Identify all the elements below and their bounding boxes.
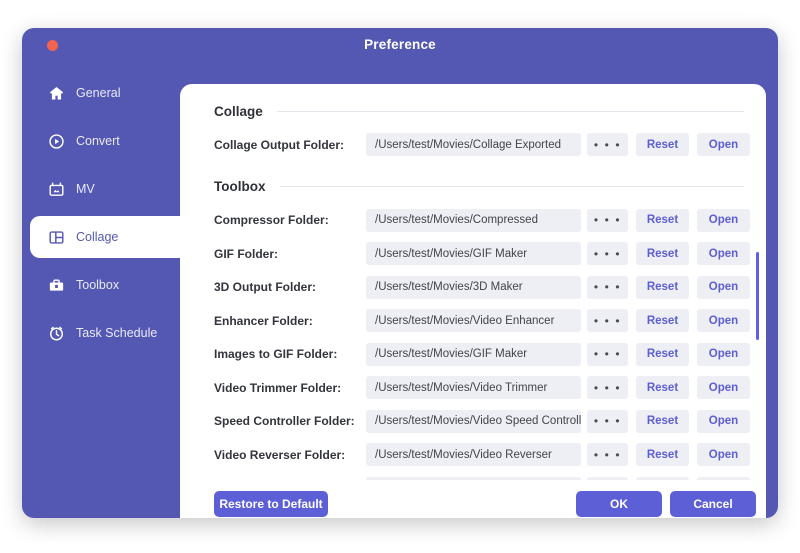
ok-button[interactable]: OK [576, 491, 662, 517]
sidebar-item-general[interactable]: General [22, 72, 182, 114]
preference-row: Compressor Folder: /Users/test/Movies/Com… [180, 204, 766, 238]
preference-row: Video Reverser Folder: /Users/test/Movies… [180, 438, 766, 472]
browse-button[interactable]: • • • [587, 208, 628, 232]
section-header: Toolbox [214, 174, 744, 200]
preference-label: Speed Controller Folder: [214, 414, 355, 429]
preference-row: Video Trimmer Folder: /Users/test/Movies/… [180, 371, 766, 405]
sidebar-item-label: Collage [76, 230, 119, 244]
sidebar-item-label: Convert [76, 134, 120, 148]
section-header: Collage [214, 98, 744, 124]
open-button[interactable]: Open [697, 342, 750, 366]
preference-row: Enhancer Folder: /Users/test/Movies/Video… [180, 304, 766, 338]
open-button[interactable]: Open [697, 409, 750, 433]
preference-row: GIF Folder: /Users/test/Movies/GIF Maker •… [180, 237, 766, 271]
sidebar-item-task-schedule[interactable]: Task Schedule [22, 312, 182, 354]
sidebar-item-convert[interactable]: Convert [22, 120, 182, 162]
open-button[interactable]: Open [697, 309, 750, 333]
reset-button[interactable]: Reset [636, 242, 689, 266]
dialog-footer: Restore to Default OK Cancel [180, 480, 766, 518]
reset-button[interactable]: Reset [636, 309, 689, 333]
section-divider [276, 110, 744, 112]
window-title: Preference [364, 37, 436, 52]
sidebar-item-label: Toolbox [76, 278, 120, 292]
preference-label: Collage Output Folder: [214, 137, 344, 152]
folder-path-input[interactable]: /Users/test/Movies/GIF Maker [366, 342, 581, 366]
sidebar-item-label: Task Schedule [76, 326, 158, 340]
preference-label: Images to GIF Folder: [214, 347, 338, 362]
reset-button[interactable]: Reset [636, 133, 689, 157]
reset-button[interactable]: Reset [636, 208, 689, 232]
section-title: Collage [214, 103, 263, 119]
browse-button[interactable]: • • • [587, 342, 628, 366]
open-button[interactable]: Open [697, 275, 750, 299]
preference-label: Video Trimmer Folder: [214, 380, 342, 395]
settings-card: Collage Collage Output Folder: /Users/test… [180, 84, 766, 518]
settings-list: Collage Collage Output Folder: /Users/test… [180, 84, 766, 480]
folder-path-input[interactable]: /Users/test/Movies/3D Maker [366, 275, 581, 299]
browse-button[interactable]: • • • [587, 409, 628, 433]
browse-button[interactable]: • • • [587, 443, 628, 467]
preference-label: Video Reverser Folder: [214, 447, 346, 462]
collage-icon [48, 229, 65, 246]
mv-icon [48, 181, 65, 198]
browse-button[interactable]: • • • [587, 242, 628, 266]
folder-path-input[interactable]: /Users/test/Movies/Video Enhancer [366, 309, 581, 333]
title-bar: Preference [22, 28, 778, 62]
folder-path-input[interactable]: /Users/test/Movies/Video Speed Controlle… [366, 409, 581, 433]
restore-to-default-button[interactable]: Restore to Default [214, 491, 328, 517]
reset-button[interactable]: Reset [636, 376, 689, 400]
scrollbar-thumb[interactable] [756, 252, 759, 340]
sidebar-item-collage[interactable]: Collage [30, 216, 182, 258]
preference-row: 3D Output Folder: /Users/test/Movies/3D M… [180, 271, 766, 305]
sidebar-item-toolbox[interactable]: Toolbox [22, 264, 182, 306]
open-button[interactable]: Open [697, 208, 750, 232]
browse-button[interactable]: • • • [587, 309, 628, 333]
folder-path-input[interactable]: /Users/test/Movies/Video Trimmer [366, 376, 581, 400]
open-button[interactable]: Open [697, 443, 750, 467]
open-button[interactable]: Open [697, 242, 750, 266]
reset-button[interactable]: Reset [636, 409, 689, 433]
scrollbar-track[interactable] [756, 92, 759, 472]
reset-button[interactable]: Reset [636, 443, 689, 467]
preference-row: Video Rotator Folder:/Users/test/Movies/… [180, 472, 766, 480]
preference-label: GIF Folder: [214, 246, 278, 261]
toolbox-icon [48, 277, 65, 294]
home-icon [48, 85, 65, 102]
preference-label: Enhancer Folder: [214, 313, 313, 328]
clock-icon [48, 325, 65, 342]
preference-label: Compressor Folder: [214, 213, 329, 228]
preference-row: Speed Controller Folder: /Users/test/Movi… [180, 405, 766, 439]
sidebar-item-label: MV [76, 182, 95, 196]
settings-scroll-region[interactable]: Collage Collage Output Folder: /Users/test… [180, 84, 766, 480]
sidebar-item-mv[interactable]: MV [22, 168, 182, 210]
sidebar: General Convert MV Collage Toolbox Task Sched… [22, 72, 182, 360]
preference-row: Images to GIF Folder: /Users/test/Movies/… [180, 338, 766, 372]
preference-row: Collage Output Folder: /Users/test/Movies… [180, 128, 766, 162]
open-button[interactable]: Open [697, 376, 750, 400]
cancel-button[interactable]: Cancel [670, 491, 756, 517]
folder-path-input[interactable]: /Users/test/Movies/Collage Exported [366, 133, 581, 157]
preference-label: 3D Output Folder: [214, 280, 316, 295]
open-button[interactable]: Open [697, 133, 750, 157]
sidebar-item-label: General [76, 86, 121, 100]
convert-icon [48, 133, 65, 150]
reset-button[interactable]: Reset [636, 275, 689, 299]
folder-path-input[interactable]: /Users/test/Movies/Video Reverser [366, 443, 581, 467]
preference-window: Preference General Convert MV Collage Toolbo… [22, 28, 778, 518]
folder-path-input[interactable]: /Users/test/Movies/GIF Maker [366, 242, 581, 266]
section-title: Toolbox [214, 179, 266, 194]
reset-button[interactable]: Reset [636, 342, 689, 366]
browse-button[interactable]: • • • [587, 275, 628, 299]
section-divider [279, 186, 744, 187]
browse-button[interactable]: • • • [587, 376, 628, 400]
browse-button[interactable]: • • • [587, 133, 628, 157]
folder-path-input[interactable]: /Users/test/Movies/Compressed [366, 208, 581, 232]
